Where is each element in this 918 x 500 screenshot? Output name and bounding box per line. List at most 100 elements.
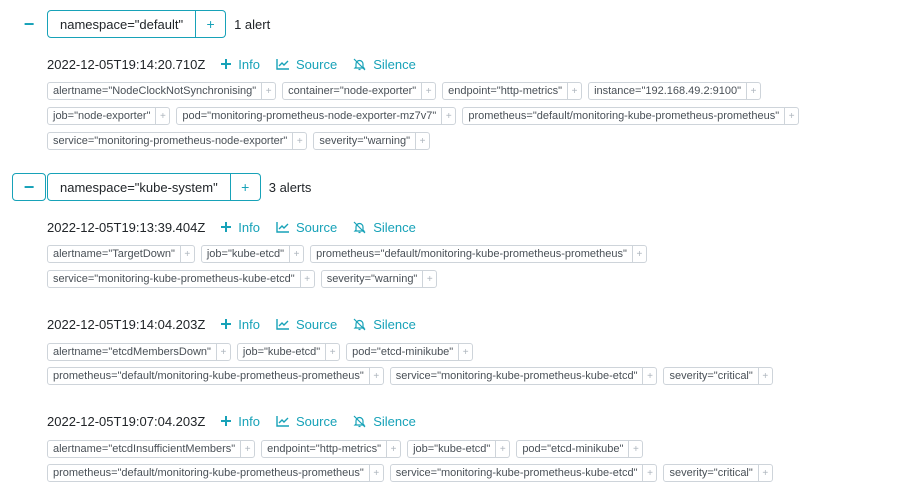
add-filter-button[interactable]: + [784, 108, 798, 124]
bell-slash-icon [353, 318, 366, 330]
alert-header: 2022-12-05T19:13:39.404Z Info Source Sil… [47, 218, 416, 236]
alert-label[interactable]: severity="warning" + [313, 132, 430, 150]
alert-header: 2022-12-05T19:07:04.203Z Info Source Sil… [47, 412, 416, 430]
alert-label[interactable]: severity="warning" + [320, 270, 438, 288]
alert-label[interactable]: job="kube-etcd" + [200, 245, 305, 263]
info-label: Info [238, 413, 260, 429]
alert-timestamp: 2022-12-05T19:07:04.203Z [47, 413, 206, 429]
add-filter-button[interactable]: + [240, 441, 254, 457]
silence-button[interactable]: Silence [353, 414, 416, 429]
alert-header: 2022-12-05T19:14:04.203Z Info Source Sil… [47, 315, 416, 333]
alert-label[interactable]: service="monitoring-kube-prometheus-kube… [47, 270, 315, 288]
add-filter-button[interactable]: + [215, 344, 230, 360]
add-filter-button[interactable]: + [567, 83, 581, 99]
alert-label[interactable]: prometheus="default/monitoring-kube-prom… [47, 464, 384, 482]
group-label-add-button[interactable]: + [196, 10, 227, 38]
alert-header: 2022-12-05T19:14:20.710Z Info Source Sil… [47, 55, 416, 73]
source-button[interactable]: Source [276, 220, 337, 235]
alert-label[interactable]: alertname="TargetDown" + [47, 245, 195, 263]
add-filter-button[interactable]: + [631, 246, 646, 262]
alert-label[interactable]: job="kube-etcd" + [407, 440, 511, 458]
alert-label[interactable]: alertname="NodeClockNotSynchronising" + [47, 82, 277, 100]
add-filter-button[interactable]: + [368, 465, 383, 481]
source-button[interactable]: Source [276, 414, 337, 429]
add-filter-button[interactable]: + [642, 465, 656, 481]
alert-label[interactable]: severity="critical" + [663, 367, 773, 385]
plus-icon [221, 222, 232, 232]
group-label[interactable]: namespace="kube-system" [47, 173, 231, 201]
info-button[interactable]: Info [221, 414, 260, 429]
label-row: job="node-exporter" + pod="monitoring-pro… [47, 107, 805, 125]
silence-label: Silence [373, 56, 416, 72]
alert-label[interactable]: alertname="etcdInsufficientMembers" + [47, 440, 256, 458]
label-row: alertname="etcdInsufficientMembers" + end… [47, 440, 649, 458]
label-row: alertname="NodeClockNotSynchronising" + c… [47, 82, 767, 100]
add-filter-button[interactable]: + [292, 133, 306, 149]
alert-label[interactable]: service="monitoring-kube-prometheus-kube… [389, 464, 658, 482]
plus-icon [221, 416, 232, 426]
add-filter-button[interactable]: + [746, 83, 760, 99]
alert-label[interactable]: alertname="etcdMembersDown" + [47, 343, 231, 361]
source-label: Source [295, 219, 338, 235]
alert-label[interactable]: prometheus="default/monitoring-kube-prom… [47, 367, 384, 385]
add-filter-button[interactable]: + [289, 246, 303, 262]
add-filter-button[interactable]: + [368, 368, 383, 384]
alert-label[interactable]: prometheus="default/monitoring-kube-prom… [462, 107, 800, 125]
silence-button[interactable]: Silence [353, 220, 416, 235]
add-filter-button[interactable]: + [179, 246, 194, 262]
alert-label[interactable]: instance="192.168.49.2:9100" + [588, 82, 762, 100]
add-filter-button[interactable]: + [386, 441, 400, 457]
add-filter-button[interactable]: + [422, 271, 436, 287]
add-filter-button[interactable]: + [325, 344, 339, 360]
alert-label[interactable]: job="node-exporter" + [47, 107, 171, 125]
add-filter-button[interactable]: + [495, 441, 509, 457]
add-filter-button[interactable]: + [155, 108, 169, 124]
label-row: service="monitoring-kube-prometheus-kube… [47, 270, 443, 288]
add-filter-button[interactable]: + [261, 83, 275, 99]
silence-label: Silence [373, 316, 416, 332]
add-filter-button[interactable]: + [628, 441, 642, 457]
info-label: Info [238, 56, 260, 72]
alert-timestamp: 2022-12-05T19:13:39.404Z [47, 219, 206, 235]
alert-groups-view: − namespace="default" + 1 alert 2022-12-… [0, 0, 918, 500]
add-filter-button[interactable]: + [421, 83, 435, 99]
add-filter-button[interactable]: + [757, 368, 772, 384]
add-filter-button[interactable]: + [299, 271, 314, 287]
collapse-group-button[interactable]: − [12, 10, 46, 38]
alert-label[interactable]: pod="etcd-minikube" + [346, 343, 474, 361]
alert-label[interactable]: endpoint="http-metrics" + [442, 82, 583, 100]
info-button[interactable]: Info [221, 220, 260, 235]
add-filter-button[interactable]: + [415, 133, 429, 149]
silence-button[interactable]: Silence [353, 317, 416, 332]
label-row: service="monitoring-prometheus-node-expo… [47, 132, 436, 150]
add-filter-button[interactable]: + [642, 368, 656, 384]
alert-timestamp: 2022-12-05T19:14:20.710Z [47, 56, 206, 72]
chart-line-icon [276, 318, 289, 330]
silence-label: Silence [373, 219, 416, 235]
chart-line-icon [276, 58, 289, 70]
alert-label[interactable]: prometheus="default/monitoring-kube-prom… [310, 245, 647, 263]
silence-button[interactable]: Silence [353, 57, 416, 72]
add-filter-button[interactable]: + [441, 108, 455, 124]
source-button[interactable]: Source [276, 57, 337, 72]
alert-label[interactable]: pod="monitoring-prometheus-node-exporter… [176, 107, 457, 125]
group-header: − namespace="default" + 1 alert [12, 10, 270, 38]
collapse-group-button[interactable]: − [12, 173, 46, 201]
group-label[interactable]: namespace="default" [47, 10, 197, 38]
add-filter-button[interactable]: + [757, 465, 772, 481]
minus-icon: − [23, 176, 35, 197]
group-label-add-button[interactable]: + [230, 173, 261, 201]
info-button[interactable]: Info [221, 57, 260, 72]
plus-icon [221, 59, 232, 69]
alert-label[interactable]: job="kube-etcd" + [236, 343, 341, 361]
info-button[interactable]: Info [221, 317, 260, 332]
alert-label[interactable]: severity="critical" + [663, 464, 773, 482]
alert-label[interactable]: container="node-exporter" + [282, 82, 437, 100]
source-button[interactable]: Source [276, 317, 337, 332]
add-filter-button[interactable]: + [458, 344, 472, 360]
group-header: − namespace="kube-system" + 3 alerts [12, 173, 311, 201]
alert-label[interactable]: endpoint="http-metrics" + [261, 440, 402, 458]
alert-label[interactable]: service="monitoring-prometheus-node-expo… [47, 132, 308, 150]
alert-label[interactable]: service="monitoring-kube-prometheus-kube… [389, 367, 658, 385]
alert-label[interactable]: pod="etcd-minikube" + [516, 440, 644, 458]
